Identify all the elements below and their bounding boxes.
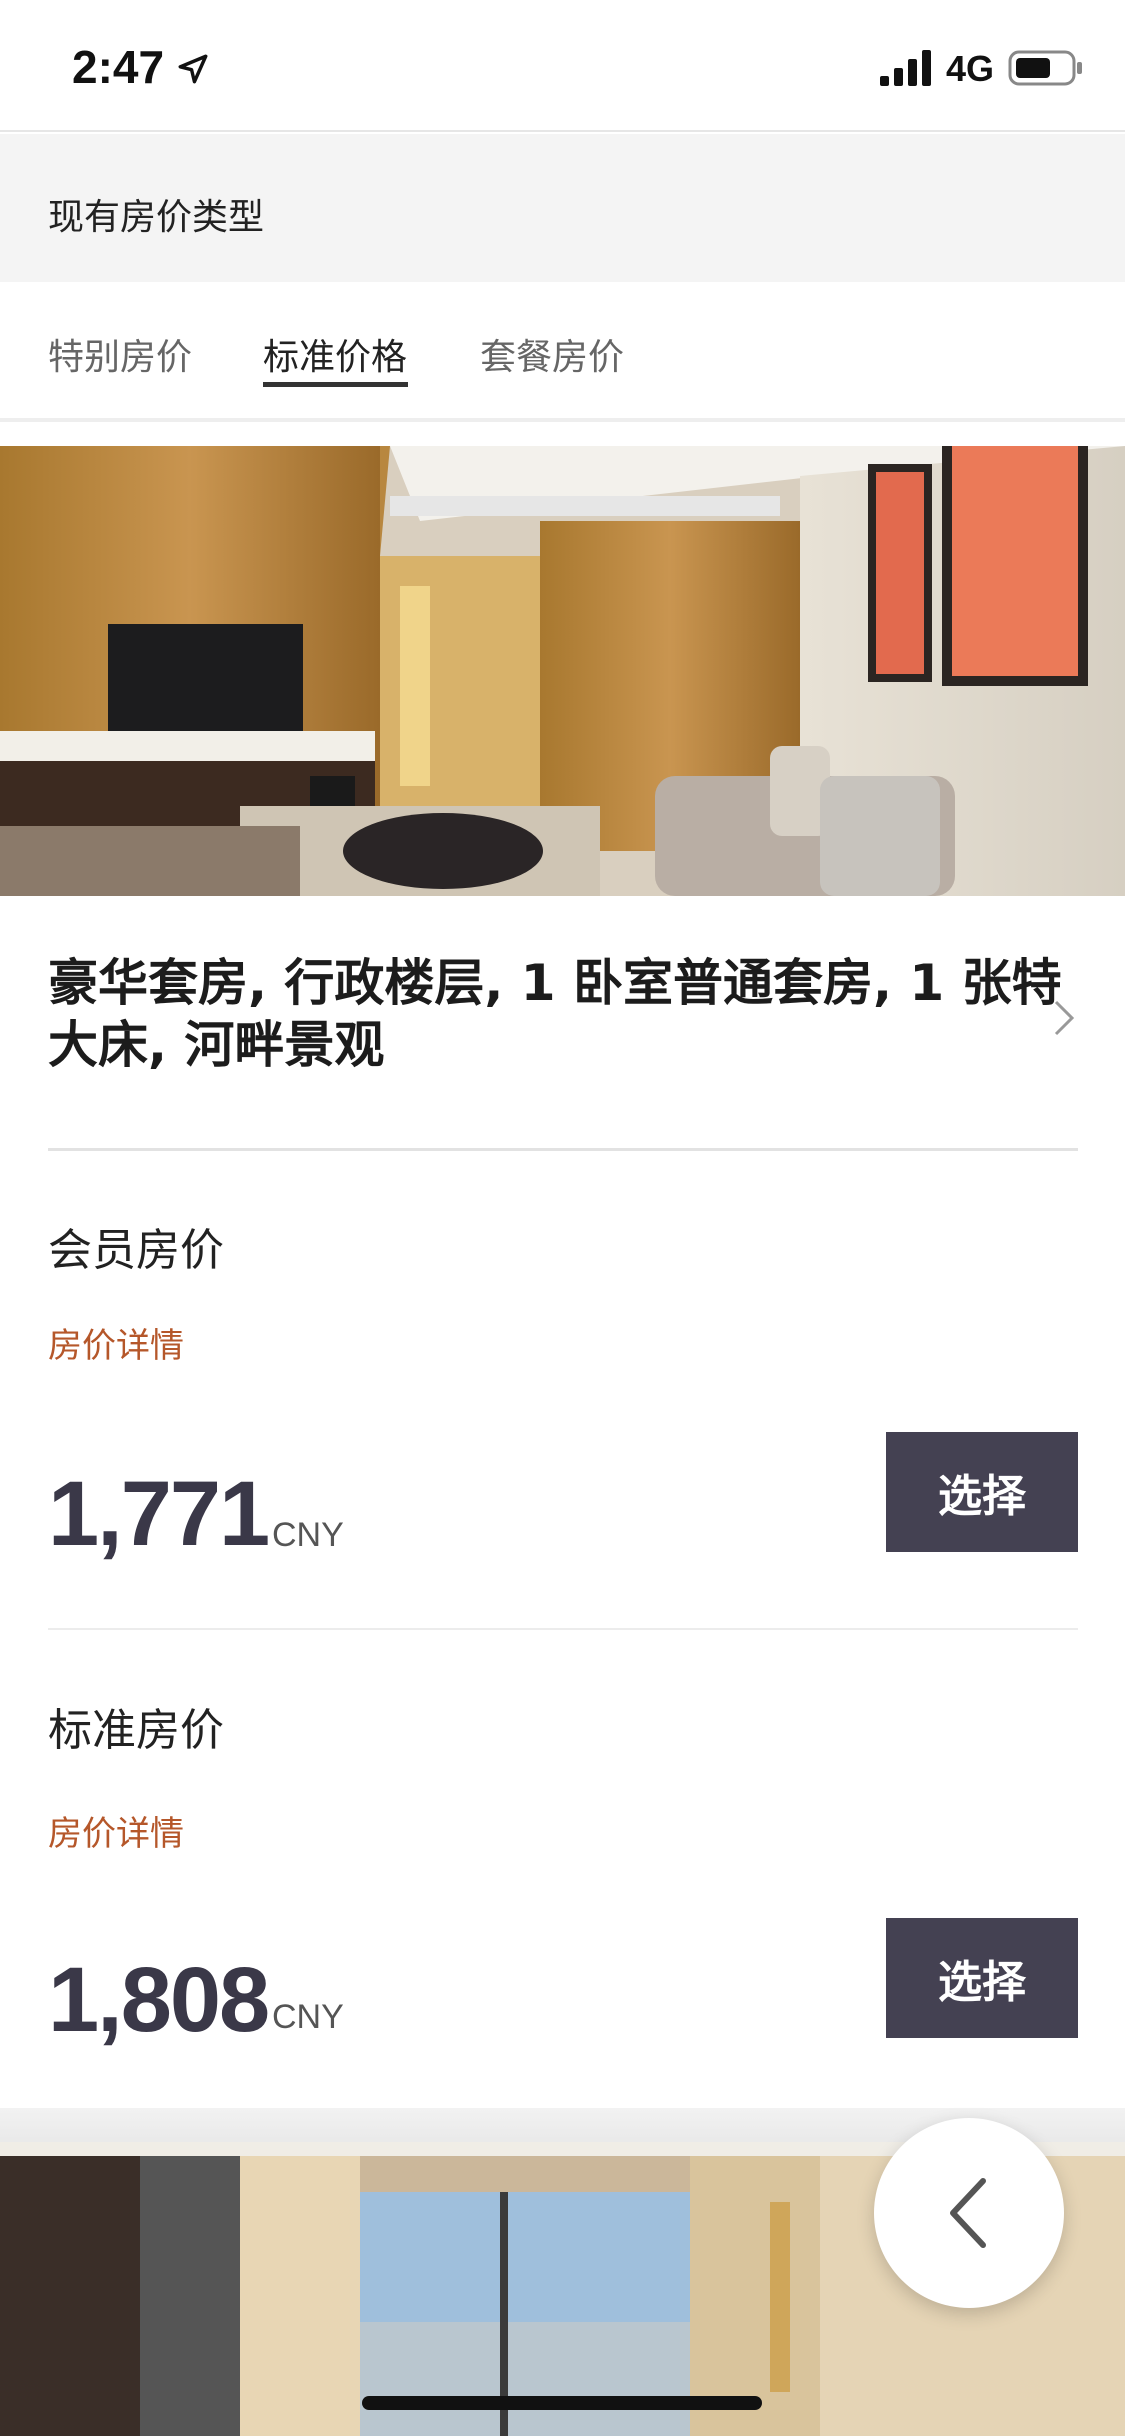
rate-details-link[interactable]: 房价详情: [48, 1806, 184, 1855]
cellular-signal-icon: [880, 50, 931, 86]
rate-name-member: 会员房价: [48, 1225, 224, 1276]
select-standard-rate-button[interactable]: 选择: [886, 1918, 1078, 2038]
tab-package-rates[interactable]: 套餐房价: [480, 328, 624, 380]
section-title: 现有房价类型: [48, 197, 265, 238]
status-time: 2:47: [72, 41, 165, 93]
room-photo-illustration: [0, 446, 1125, 896]
rate-details-link[interactable]: 房价详情: [48, 1318, 184, 1367]
section-header: 现有房价类型: [0, 134, 1125, 282]
location-arrow-icon: [178, 54, 208, 84]
network-type: 4G: [946, 48, 995, 89]
battery-icon: [1008, 50, 1082, 86]
home-indicator[interactable]: [362, 2396, 762, 2410]
rate-currency: CNY: [272, 1516, 344, 1554]
room-title[interactable]: 豪华套房, 行政楼层, 1 卧室普通套房, 1 张特大床, 河畔景观: [48, 952, 1068, 1076]
rate-price: 1,771: [48, 1463, 270, 1565]
active-tab-indicator: [263, 382, 408, 387]
rate-type-tabs: 特别房价 标准价格 套餐房价: [0, 282, 1125, 422]
divider: [48, 1628, 1078, 1630]
room-rates-page: 2:47 4G 现有房价类型 特别房价 标准价格 套餐房价 豪华套房, 行政楼层…: [0, 0, 1125, 2436]
rate-price: 1,808: [48, 1949, 270, 2051]
divider: [48, 1148, 1078, 1151]
select-member-rate-button[interactable]: 选择: [886, 1432, 1078, 1552]
tab-standard-rates[interactable]: 标准价格: [263, 328, 407, 380]
chevron-right-icon[interactable]: [1052, 998, 1076, 1038]
room-photo[interactable]: [0, 446, 1125, 896]
rate-name-standard: 标准房价: [48, 1705, 224, 1756]
tab-special-rates[interactable]: 特别房价: [48, 328, 192, 380]
chevron-left-icon: [950, 2178, 986, 2248]
back-button[interactable]: [874, 2118, 1064, 2308]
status-bar: 2:47 4G: [0, 0, 1125, 132]
rate-currency: CNY: [272, 1998, 344, 2036]
